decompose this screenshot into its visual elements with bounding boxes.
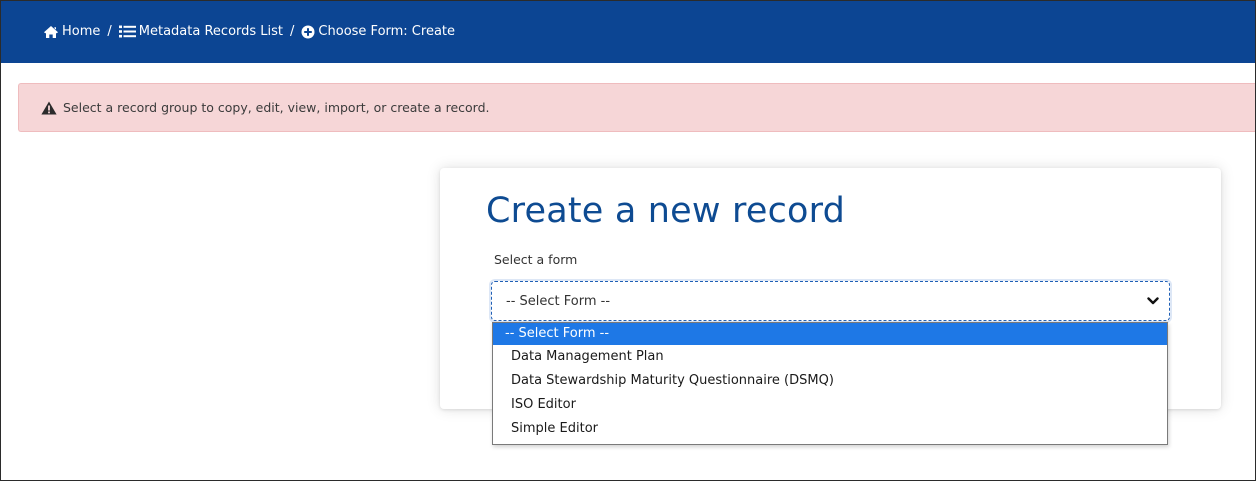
- form-select[interactable]: -- Select Form --: [491, 281, 1170, 321]
- breadcrumb: Home / Metadata Records List / Choose Fo…: [0, 0, 1256, 63]
- list-icon: [118, 25, 139, 38]
- breadcrumb-separator: /: [107, 24, 112, 39]
- chevron-down-icon: [1147, 294, 1159, 312]
- breadcrumb-home-label: Home: [62, 24, 101, 39]
- form-option-dsmq[interactable]: Data Stewardship Maturity Questionnaire …: [493, 369, 1167, 393]
- breadcrumb-choose-form[interactable]: Choose Form: Create: [301, 24, 455, 39]
- breadcrumb-home[interactable]: Home: [43, 24, 100, 39]
- form-option-data-management-plan[interactable]: Data Management Plan: [493, 345, 1167, 369]
- alert-banner: Select a record group to copy, edit, vie…: [18, 83, 1256, 132]
- form-select-dropdown: -- Select Form -- Data Management Plan D…: [492, 322, 1168, 445]
- form-option-simple-editor[interactable]: Simple Editor: [493, 417, 1167, 441]
- plus-circle-icon: [301, 25, 318, 39]
- page-title: Create a new record: [486, 191, 846, 231]
- breadcrumb-records-list-label: Metadata Records List: [138, 24, 284, 39]
- breadcrumb-choose-form-label: Choose Form: Create: [318, 24, 456, 39]
- form-option-iso-editor[interactable]: ISO Editor: [493, 393, 1167, 417]
- alert-message: Select a record group to copy, edit, vie…: [63, 100, 490, 115]
- warning-icon: [41, 101, 63, 115]
- breadcrumb-separator: /: [290, 24, 295, 39]
- breadcrumb-records-list[interactable]: Metadata Records List: [118, 24, 284, 39]
- select-form-label: Select a form: [494, 252, 578, 267]
- home-icon: [43, 25, 62, 39]
- form-option-placeholder[interactable]: -- Select Form --: [493, 323, 1167, 345]
- form-select-value: -- Select Form --: [506, 293, 611, 309]
